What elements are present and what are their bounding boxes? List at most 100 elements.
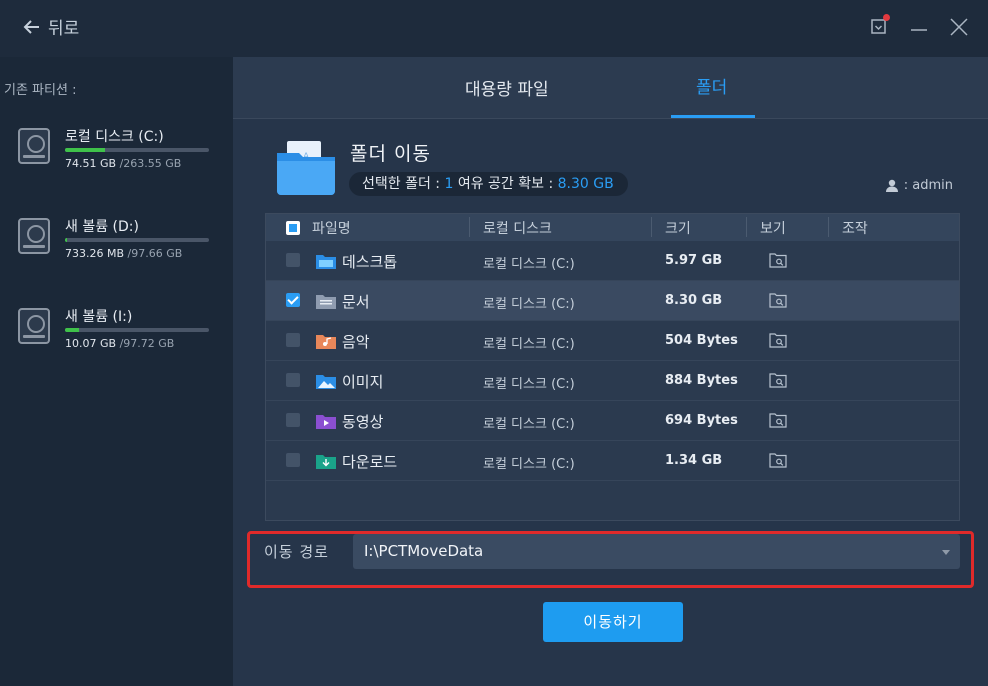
table-row[interactable]: 동영상 로컬 디스크 (C:) 694 Bytes: [266, 401, 959, 441]
folder-size: 5.97 GB: [665, 253, 723, 268]
row-checkbox[interactable]: [286, 333, 300, 347]
folder-disk: 로컬 디스크 (C:): [483, 377, 575, 392]
usage-bar: [65, 238, 209, 242]
partition-used: 733.26 MB: [65, 247, 125, 260]
folder-size: 504 Bytes: [665, 333, 738, 348]
partition-d[interactable]: 새 볼륨 (D:) 733.26 MB /97.66 GB: [18, 216, 218, 266]
folder-size: 884 Bytes: [665, 373, 738, 388]
user-name: : admin: [903, 178, 953, 193]
desktop-folder-icon: [316, 255, 336, 269]
partition-used: 74.51 GB: [65, 157, 117, 170]
destination-path-value: I:\PCTMoveData: [364, 542, 484, 560]
folder-name: 다운로드: [342, 453, 398, 471]
row-checkbox[interactable]: [286, 293, 300, 307]
dropdown-caret-icon: [942, 550, 950, 555]
arrow-left-icon: [23, 19, 39, 34]
table-row[interactable]: 음악 로컬 디스크 (C:) 504 Bytes: [266, 321, 959, 361]
folder-name: 이미지: [342, 373, 384, 391]
selected-folder-label: 선택한 폴더 :: [362, 176, 445, 192]
documents-folder-icon: [316, 295, 336, 309]
notification-dot: [883, 14, 890, 21]
page-title: 폴더 이동: [350, 143, 431, 165]
usage-fill: [65, 238, 68, 242]
folder-size: 694 Bytes: [665, 413, 738, 428]
disk-icon: [18, 218, 50, 254]
partition-used: 10.07 GB: [65, 337, 117, 350]
disk-icon: [18, 128, 50, 164]
partition-i[interactable]: 새 볼륨 (I:) 10.07 GB /97.72 GB: [18, 306, 218, 356]
usage-bar: [65, 148, 209, 152]
sidebar: 기존 파티션 : 로컬 디스크 (C:) 74.51 GB /263.55 GB…: [0, 57, 233, 686]
table-row[interactable]: 문서 로컬 디스크 (C:) 8.30 GB: [266, 281, 959, 321]
user-info: : admin: [885, 178, 953, 193]
row-checkbox[interactable]: [286, 413, 300, 427]
partition-size: 733.26 MB /97.66 GB: [65, 247, 182, 260]
folder-name: 데스크톱: [342, 253, 398, 271]
table-row[interactable]: 데스크톱 로컬 디스크 (C:) 5.97 GB: [266, 241, 959, 281]
folder-disk: 로컬 디스크 (C:): [483, 337, 575, 352]
close-icon: [950, 18, 968, 36]
main-panel: 대용량 파일 폴더 A 폴더 이동 선택한 폴더 : 1 여유 공간 확보 : …: [233, 57, 988, 686]
select-all-checkbox[interactable]: [286, 221, 300, 235]
destination-path-select[interactable]: I:\PCTMoveData: [353, 534, 960, 569]
partition-size: 10.07 GB /97.72 GB: [65, 337, 174, 350]
usage-fill: [65, 148, 106, 152]
column-view: 보기: [760, 221, 786, 237]
folder-name: 동영상: [342, 413, 384, 431]
row-checkbox[interactable]: [286, 253, 300, 267]
free-space-value: 8.30 GB: [557, 176, 614, 192]
folder-disk: 로컬 디스크 (C:): [483, 297, 575, 312]
title-bar: 뒤로: [0, 0, 988, 57]
row-checkbox[interactable]: [286, 453, 300, 467]
partition-name: 새 볼륨 (I:): [65, 309, 133, 325]
column-action: 조작: [842, 221, 868, 237]
back-label: 뒤로: [48, 19, 80, 39]
column-divider: [651, 217, 652, 237]
column-name[interactable]: 파일명: [312, 218, 351, 238]
folder-table: 파일명 로컬 디스크 크기 보기 조작 데스크톱 로컬 디스크 (C:) 5.9…: [265, 213, 960, 521]
column-size[interactable]: 크기: [665, 218, 691, 238]
table-row[interactable]: 다운로드 로컬 디스크 (C:) 1.34 GB: [266, 441, 959, 481]
view-folder-icon[interactable]: [769, 453, 787, 468]
column-disk[interactable]: 로컬 디스크: [483, 218, 552, 238]
active-tab-indicator: [671, 115, 755, 118]
view-folder-icon[interactable]: [769, 373, 787, 388]
move-button[interactable]: 이동하기: [543, 602, 683, 642]
view-folder-icon[interactable]: [769, 333, 787, 348]
videos-folder-icon: [316, 415, 336, 429]
table-row[interactable]: 이미지 로컬 디스크 (C:) 884 Bytes: [266, 361, 959, 401]
partition-name: 새 볼륨 (D:): [65, 219, 139, 235]
tab-large-files[interactable]: 대용량 파일: [465, 75, 549, 100]
free-space-label: 여유 공간 확보 :: [453, 176, 558, 192]
folder-name: 문서: [342, 293, 370, 311]
partition-total: /97.66 GB: [127, 247, 183, 260]
view-folder-icon[interactable]: [769, 253, 787, 268]
partition-name: 로컬 디스크 (C:): [65, 129, 164, 145]
usage-fill: [65, 328, 80, 332]
minimize-icon: [911, 29, 927, 31]
table-header: 파일명 로컬 디스크 크기 보기 조작: [266, 214, 959, 241]
selection-summary: 선택한 폴더 : 1 여유 공간 확보 : 8.30 GB: [349, 172, 628, 196]
row-checkbox[interactable]: [286, 373, 300, 387]
folder-disk: 로컬 디스크 (C:): [483, 417, 575, 432]
sidebar-heading: 기존 파티션 :: [4, 83, 77, 98]
view-folder-icon[interactable]: [769, 293, 787, 308]
close-button[interactable]: [948, 16, 970, 38]
back-button[interactable]: 뒤로: [22, 14, 79, 39]
folder-disk: 로컬 디스크 (C:): [483, 257, 575, 272]
disk-icon: [18, 308, 50, 344]
user-icon: [885, 179, 898, 192]
partition-total: /97.72 GB: [119, 337, 175, 350]
column-divider: [469, 217, 470, 237]
folder-name: 음악: [342, 333, 370, 351]
column-divider: [746, 217, 747, 237]
partition-c[interactable]: 로컬 디스크 (C:) 74.51 GB /263.55 GB: [18, 126, 218, 176]
view-folder-icon[interactable]: [769, 413, 787, 428]
notification-button[interactable]: [868, 14, 890, 38]
tab-folders[interactable]: 폴더: [696, 73, 727, 98]
partition-total: /263.55 GB: [119, 157, 182, 170]
minimize-button[interactable]: [908, 16, 930, 38]
folder-size: 8.30 GB: [665, 293, 723, 308]
usage-bar: [65, 328, 209, 332]
destination-label: 이동 경로: [264, 543, 329, 561]
